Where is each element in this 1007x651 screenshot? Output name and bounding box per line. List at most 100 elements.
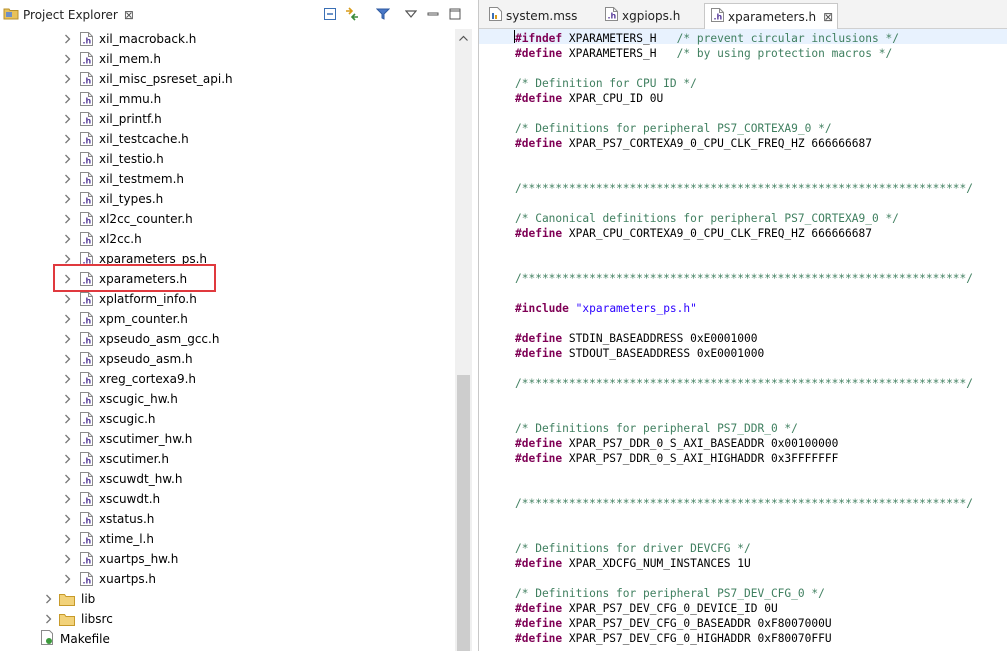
tree-item-file[interactable]: .h xil_misc_psreset_api.h bbox=[62, 69, 233, 89]
header-file-icon: .h bbox=[80, 52, 93, 66]
chevron-right-icon[interactable] bbox=[62, 94, 72, 104]
header-file-icon: .h bbox=[80, 92, 93, 106]
tree-item-file[interactable]: .h xpm_counter.h bbox=[62, 309, 188, 329]
editor-tab-xparameters-h[interactable]: .h xparameters.h ⊠ bbox=[704, 3, 839, 29]
chevron-right-icon[interactable] bbox=[62, 294, 72, 304]
code-line: /* Definitions for peripheral PS7_DDR_0 … bbox=[515, 422, 798, 435]
tree-item-file[interactable]: .h xil_printf.h bbox=[62, 109, 162, 129]
tree-item-file[interactable]: .h xpseudo_asm_gcc.h bbox=[62, 329, 219, 349]
code-line: #define STDOUT_BASEADDRESS 0xE0001000 bbox=[515, 347, 765, 360]
chevron-right-icon[interactable] bbox=[62, 554, 72, 564]
tree-item-file[interactable]: .h xl2cc_counter.h bbox=[62, 209, 193, 229]
close-icon[interactable]: ⊠ bbox=[823, 10, 833, 24]
chevron-right-icon[interactable] bbox=[62, 354, 72, 364]
folder-icon bbox=[59, 613, 75, 626]
chevron-right-icon[interactable] bbox=[43, 594, 53, 604]
chevron-right-icon[interactable] bbox=[62, 134, 72, 144]
tree-item-file[interactable]: .h xl2cc.h bbox=[62, 229, 142, 249]
svg-text:.h: .h bbox=[83, 577, 92, 586]
svg-text:.h: .h bbox=[83, 77, 92, 86]
svg-text:.h: .h bbox=[608, 12, 617, 21]
code-line: /* Definitions for peripheral PS7_CORTEX… bbox=[515, 122, 832, 135]
tree-item-label: xpseudo_asm.h bbox=[99, 352, 193, 366]
chevron-right-icon[interactable] bbox=[62, 54, 72, 64]
tree-item-folder[interactable]: lib bbox=[43, 589, 95, 609]
tree-item-file[interactable]: .h xscutimer_hw.h bbox=[62, 429, 192, 449]
chevron-right-icon[interactable] bbox=[62, 234, 72, 244]
filter-icon[interactable] bbox=[375, 6, 391, 22]
tree-item-file[interactable]: .h xil_testio.h bbox=[62, 149, 164, 169]
tree-item-file[interactable]: .h xil_mmu.h bbox=[62, 89, 161, 109]
tree-item-file[interactable]: .h xreg_cortexa9.h bbox=[62, 369, 196, 389]
header-file-icon: .h bbox=[80, 372, 93, 386]
chevron-right-icon[interactable] bbox=[43, 614, 53, 624]
chevron-right-icon[interactable] bbox=[62, 314, 72, 324]
chevron-right-icon[interactable] bbox=[62, 574, 72, 584]
collapse-all-icon[interactable] bbox=[322, 6, 338, 22]
tree-item-file[interactable]: .h xscugic.h bbox=[62, 409, 156, 429]
header-file-icon: .h bbox=[80, 392, 93, 406]
tree-item-file[interactable]: .h xstatus.h bbox=[62, 509, 154, 529]
tree-item-file[interactable]: .h xil_testcache.h bbox=[62, 129, 189, 149]
close-icon[interactable]: ⊠ bbox=[124, 8, 134, 22]
chevron-right-icon[interactable] bbox=[62, 254, 72, 264]
vertical-scrollbar[interactable] bbox=[455, 29, 472, 651]
header-file-icon: .h bbox=[711, 8, 724, 25]
view-menu-icon[interactable] bbox=[403, 6, 419, 22]
tree-item-label: xpseudo_asm_gcc.h bbox=[99, 332, 220, 346]
chevron-right-icon[interactable] bbox=[62, 454, 72, 464]
minimize-icon[interactable] bbox=[425, 6, 441, 22]
chevron-right-icon[interactable] bbox=[62, 34, 72, 44]
chevron-right-icon[interactable] bbox=[62, 114, 72, 124]
scrollbar-thumb[interactable] bbox=[457, 375, 470, 651]
tree-item-label: xscutimer.h bbox=[99, 452, 169, 466]
svg-text:.h: .h bbox=[83, 337, 92, 346]
chevron-right-icon[interactable] bbox=[62, 434, 72, 444]
editor-tab-xgpiops-h[interactable]: .h xgpiops.h bbox=[599, 4, 688, 27]
tree-item-file[interactable]: .h xpseudo_asm.h bbox=[62, 349, 193, 369]
chevron-right-icon[interactable] bbox=[62, 174, 72, 184]
chevron-right-icon[interactable] bbox=[62, 474, 72, 484]
svg-text:.h: .h bbox=[83, 157, 92, 166]
code-line: #define STDIN_BASEADDRESS 0xE0001000 bbox=[515, 332, 758, 345]
tree-item-file[interactable]: .h xil_testmem.h bbox=[62, 169, 184, 189]
editor-pane: system.mss .h xgpiops.h .h xparameters.h ⊠ #i… bbox=[478, 0, 1007, 651]
tree-item-label: xil_testmem.h bbox=[99, 172, 184, 186]
tree-item-file[interactable]: .h xuartps_hw.h bbox=[62, 549, 178, 569]
tree-item-file[interactable]: .h xscuwdt.h bbox=[62, 489, 160, 509]
link-with-editor-icon[interactable] bbox=[344, 6, 360, 22]
code-editor[interactable]: #ifndef XPARAMETERS_H /* prevent circula… bbox=[479, 29, 1007, 651]
tree-item-file[interactable]: .h xtime_l.h bbox=[62, 529, 154, 549]
tree-item-file[interactable]: .h xil_mem.h bbox=[62, 49, 161, 69]
tree-item-file[interactable]: .h xscuwdt_hw.h bbox=[62, 469, 182, 489]
svg-text:.h: .h bbox=[83, 117, 92, 126]
tree-item-file[interactable]: .h xuartps.h bbox=[62, 569, 156, 589]
chevron-right-icon[interactable] bbox=[62, 534, 72, 544]
chevron-right-icon[interactable] bbox=[62, 334, 72, 344]
chevron-right-icon[interactable] bbox=[62, 494, 72, 504]
tree-item-label: xscugic_hw.h bbox=[99, 392, 178, 406]
chevron-right-icon[interactable] bbox=[62, 154, 72, 164]
tree-item-file[interactable]: .h xil_macroback.h bbox=[62, 29, 196, 49]
tree-item-folder[interactable]: libsrc bbox=[43, 609, 113, 629]
tree-item-file[interactable]: .h xplatform_info.h bbox=[62, 289, 197, 309]
chevron-right-icon[interactable] bbox=[62, 74, 72, 84]
chevron-right-icon[interactable] bbox=[62, 374, 72, 384]
editor-tab-label: xparameters.h bbox=[728, 9, 817, 24]
chevron-right-icon[interactable] bbox=[62, 194, 72, 204]
chevron-right-icon[interactable] bbox=[62, 394, 72, 404]
tree-item-file[interactable]: .h xscugic_hw.h bbox=[62, 389, 178, 409]
tree-item-file[interactable]: .h xscutimer.h bbox=[62, 449, 169, 469]
scroll-up-icon[interactable] bbox=[455, 29, 472, 46]
header-file-icon: .h bbox=[80, 112, 93, 126]
code-line: #define XPAR_PS7_DEV_CFG_0_DEVICE_ID 0U bbox=[515, 602, 778, 615]
editor-tab-system-mss[interactable]: system.mss bbox=[483, 4, 585, 27]
chevron-right-icon[interactable] bbox=[62, 514, 72, 524]
project-explorer-tab[interactable]: Project Explorer ⊠ bbox=[0, 3, 134, 26]
chevron-right-icon[interactable] bbox=[62, 214, 72, 224]
svg-text:.h: .h bbox=[83, 197, 92, 206]
tree-item-file[interactable]: .h xil_types.h bbox=[62, 189, 163, 209]
tree-item-makefile[interactable]: Makefile bbox=[40, 629, 110, 649]
chevron-right-icon[interactable] bbox=[62, 414, 72, 424]
maximize-icon[interactable] bbox=[447, 6, 463, 22]
